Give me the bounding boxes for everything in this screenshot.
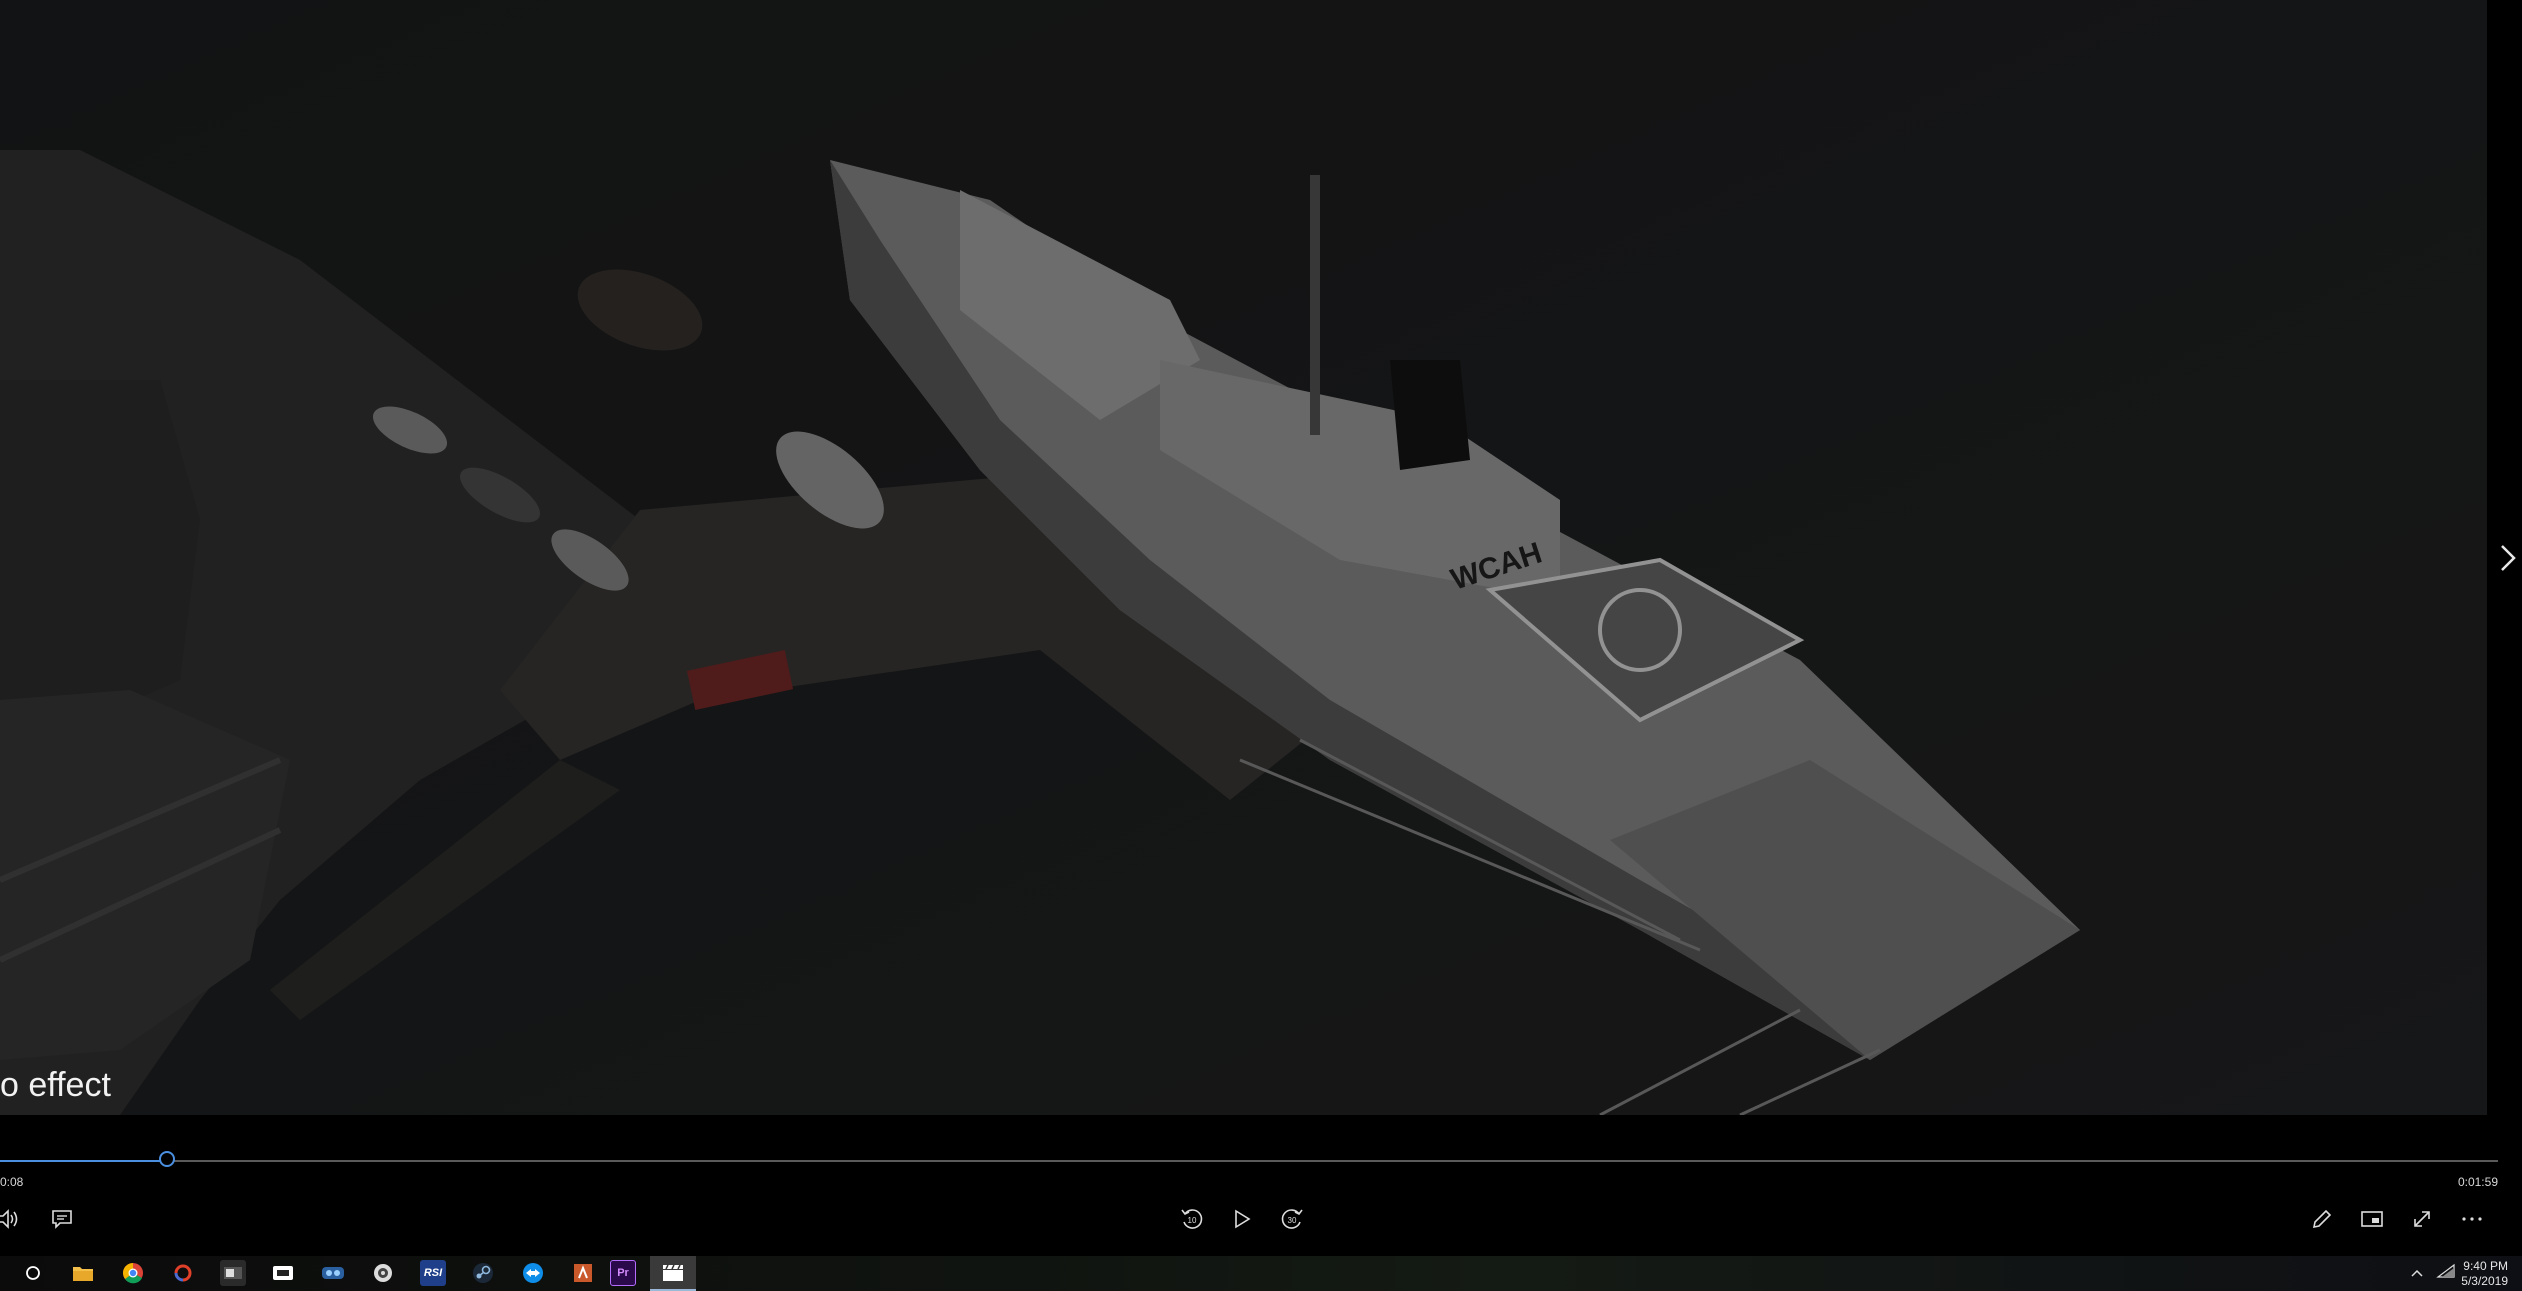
- next-video-button[interactable]: [2496, 538, 2520, 578]
- app-icon[interactable]: [320, 1260, 346, 1286]
- skip-back-10-icon: 10: [1181, 1209, 1203, 1229]
- app-icon[interactable]: [270, 1260, 296, 1286]
- mini-view-icon: [2361, 1211, 2383, 1227]
- svg-text:10: 10: [1188, 1216, 1197, 1225]
- settings-icon[interactable]: [370, 1260, 396, 1286]
- teamviewer-icon[interactable]: [520, 1260, 546, 1286]
- app-icon[interactable]: [170, 1260, 196, 1286]
- chevron-up-icon: [2411, 1269, 2423, 1277]
- cortana-icon[interactable]: [20, 1260, 46, 1286]
- play-button[interactable]: [1224, 1201, 1260, 1237]
- skip-back-button[interactable]: 10: [1174, 1201, 1210, 1237]
- taskbar: RSI Pr 9:40 PM 5/3/2019: [0, 1256, 2522, 1291]
- app-icon[interactable]: [220, 1260, 246, 1286]
- time-elapsed: 0:08: [0, 1175, 24, 1189]
- fullscreen-button[interactable]: [2404, 1201, 2440, 1237]
- clock-time: 9:40 PM: [2463, 1259, 2508, 1273]
- steam-icon[interactable]: [470, 1260, 496, 1286]
- subtitles-button[interactable]: [44, 1201, 80, 1237]
- chrome-icon[interactable]: [120, 1260, 146, 1286]
- play-icon: [1235, 1209, 1251, 1229]
- skip-forward-button[interactable]: 30: [1274, 1201, 1310, 1237]
- app-icon[interactable]: [570, 1260, 596, 1286]
- pencil-icon: [2312, 1209, 2332, 1229]
- fullscreen-icon: [2414, 1211, 2430, 1227]
- video-frame[interactable]: WCAH o effect: [0, 0, 2487, 1115]
- volume-button[interactable]: [0, 1201, 28, 1237]
- system-clock[interactable]: 9:40 PM 5/3/2019: [2461, 1259, 2508, 1289]
- seek-bar[interactable]: [0, 1160, 2498, 1162]
- movies-tv-icon[interactable]: [660, 1260, 686, 1286]
- volume-icon: [0, 1209, 18, 1229]
- chevron-right-icon: [2501, 545, 2516, 571]
- svg-text:30: 30: [1288, 1216, 1297, 1225]
- more-icon: [2462, 1217, 2482, 1221]
- seek-thumb[interactable]: [159, 1151, 175, 1167]
- edit-button[interactable]: [2304, 1201, 2340, 1237]
- video-caption: o effect: [0, 1066, 111, 1104]
- video-scene: WCAH: [0, 0, 2487, 1115]
- rsi-icon[interactable]: RSI: [420, 1260, 446, 1286]
- mini-view-button[interactable]: [2354, 1201, 2390, 1237]
- time-total: 0:01:59: [2457, 1175, 2498, 1189]
- seek-bar-progress: [0, 1160, 167, 1162]
- show-hidden-icons-button[interactable]: [2410, 1265, 2424, 1283]
- file-explorer-icon[interactable]: [70, 1260, 96, 1286]
- network-icon[interactable]: [2436, 1263, 2456, 1284]
- subtitles-icon: [52, 1210, 72, 1229]
- more-options-button[interactable]: [2454, 1201, 2490, 1237]
- skip-forward-30-icon: 30: [1281, 1209, 1303, 1229]
- premiere-pro-icon[interactable]: Pr: [610, 1260, 636, 1286]
- clock-date: 5/3/2019: [2461, 1274, 2508, 1288]
- player-controls: 0:08 0:01:59 10 30: [0, 1115, 2522, 1256]
